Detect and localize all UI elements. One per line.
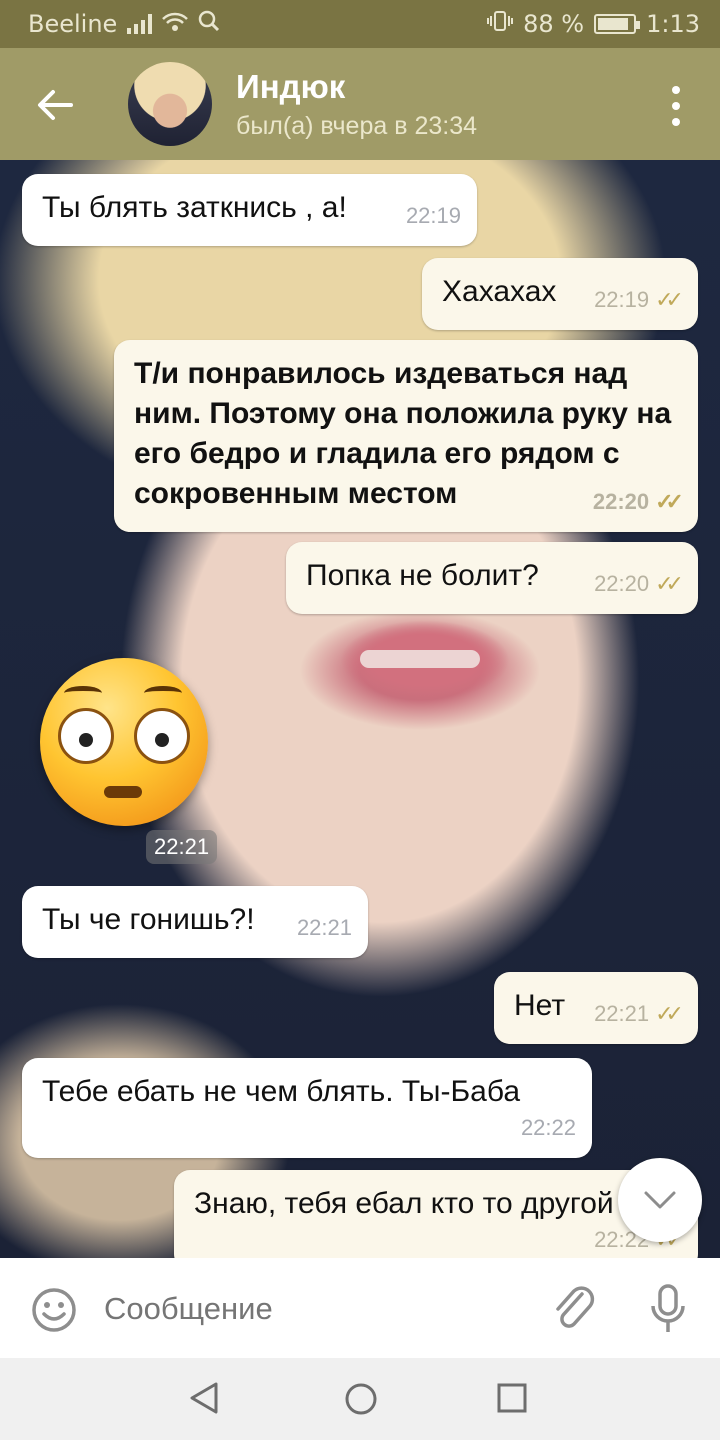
scroll-down-button[interactable] xyxy=(618,1158,702,1242)
search-icon xyxy=(198,10,220,38)
message-time: 22:22 xyxy=(520,1115,576,1140)
chat-area[interactable]: Ты блять заткнись , а! 22:19 Хахахах 22:… xyxy=(0,160,720,1258)
double-check-icon: ✓✓ xyxy=(655,571,684,596)
vibrate-icon xyxy=(487,10,514,38)
triangle-back-icon xyxy=(190,1382,218,1414)
wifi-icon xyxy=(162,10,189,38)
smiley-icon xyxy=(32,1288,76,1332)
message-incoming[interactable]: Тебе ебать не чем блять. Ты-Баба 22:22 xyxy=(22,1058,592,1158)
double-check-icon: ✓✓ xyxy=(655,489,684,514)
signal-icon xyxy=(127,14,153,34)
message-time: 22:21 xyxy=(296,915,352,940)
circle-home-icon xyxy=(345,1383,377,1415)
message-text: Попка не болит? xyxy=(306,559,539,592)
message-input-bar xyxy=(0,1258,720,1358)
message-text: Знаю, тебя ебал кто то другой xyxy=(194,1187,614,1220)
battery-icon xyxy=(594,14,641,34)
chat-header: Индюк был(а) вчера в 23:34 xyxy=(0,48,720,160)
clock: 1:13 xyxy=(646,10,700,38)
nav-home-button[interactable] xyxy=(344,1382,378,1421)
carrier-name: Beeline xyxy=(28,10,118,38)
more-menu-button[interactable] xyxy=(666,86,686,126)
message-time: 22:19 xyxy=(405,203,461,228)
message-text: Ты блять заткнись , а! xyxy=(42,191,347,224)
message-outgoing[interactable]: Хахахах 22:19 ✓✓ xyxy=(422,258,698,330)
nav-back-button[interactable] xyxy=(186,1380,222,1421)
chevron-down-icon xyxy=(644,1191,676,1209)
sticker-time: 22:21 xyxy=(146,830,218,864)
message-incoming[interactable]: Ты че гонишь?! 22:21 xyxy=(22,886,368,958)
message-time: 22:20 xyxy=(592,489,650,514)
message-outgoing[interactable]: Т/и понравилось издеваться над ним. Поэт… xyxy=(114,340,698,532)
last-seen-status: был(а) вчера в 23:34 xyxy=(236,112,478,140)
avatar[interactable] xyxy=(128,62,212,146)
flushed-face-emoji[interactable] xyxy=(40,658,208,826)
back-button[interactable] xyxy=(28,78,82,132)
message-text: Хахахах xyxy=(442,275,557,308)
battery-percent: 88 % xyxy=(523,10,585,38)
status-bar: Beeline 88 % 1:13 xyxy=(0,0,720,48)
emoji-button[interactable] xyxy=(30,1286,78,1339)
message-time: 22:21 xyxy=(594,1001,650,1026)
voice-record-button[interactable] xyxy=(648,1284,688,1339)
message-text: Тебе ебать не чем блять. Ты-Баба xyxy=(42,1075,521,1108)
wallpaper-teeth xyxy=(360,650,480,668)
message-incoming[interactable]: Ты блять заткнись , а! 22:19 xyxy=(22,174,477,246)
message-outgoing[interactable]: Попка не болит? 22:20 ✓✓ xyxy=(286,542,698,614)
square-recents-icon xyxy=(497,1383,527,1413)
message-text: Нет xyxy=(514,989,566,1022)
paperclip-icon xyxy=(556,1286,595,1328)
double-check-icon: ✓✓ xyxy=(655,1001,684,1026)
message-time: 22:19 xyxy=(594,287,650,312)
message-input[interactable] xyxy=(104,1288,524,1330)
message-outgoing[interactable]: Нет 22:21 ✓✓ xyxy=(494,972,698,1044)
message-text: Т/и понравилось издеваться над ним. Поэт… xyxy=(134,357,672,510)
message-time: 22:20 xyxy=(594,571,650,596)
arrow-left-icon xyxy=(38,90,73,120)
double-check-icon: ✓✓ xyxy=(655,287,684,312)
system-nav-bar xyxy=(0,1358,720,1440)
nav-recent-button[interactable] xyxy=(497,1383,527,1418)
microphone-icon xyxy=(651,1284,685,1332)
message-text: Ты че гонишь?! xyxy=(42,903,255,936)
attach-button[interactable] xyxy=(552,1284,598,1339)
contact-name[interactable]: Индюк xyxy=(236,68,345,106)
message-outgoing[interactable]: Знаю, тебя ебал кто то другой 22:22✓✓ xyxy=(174,1170,698,1258)
